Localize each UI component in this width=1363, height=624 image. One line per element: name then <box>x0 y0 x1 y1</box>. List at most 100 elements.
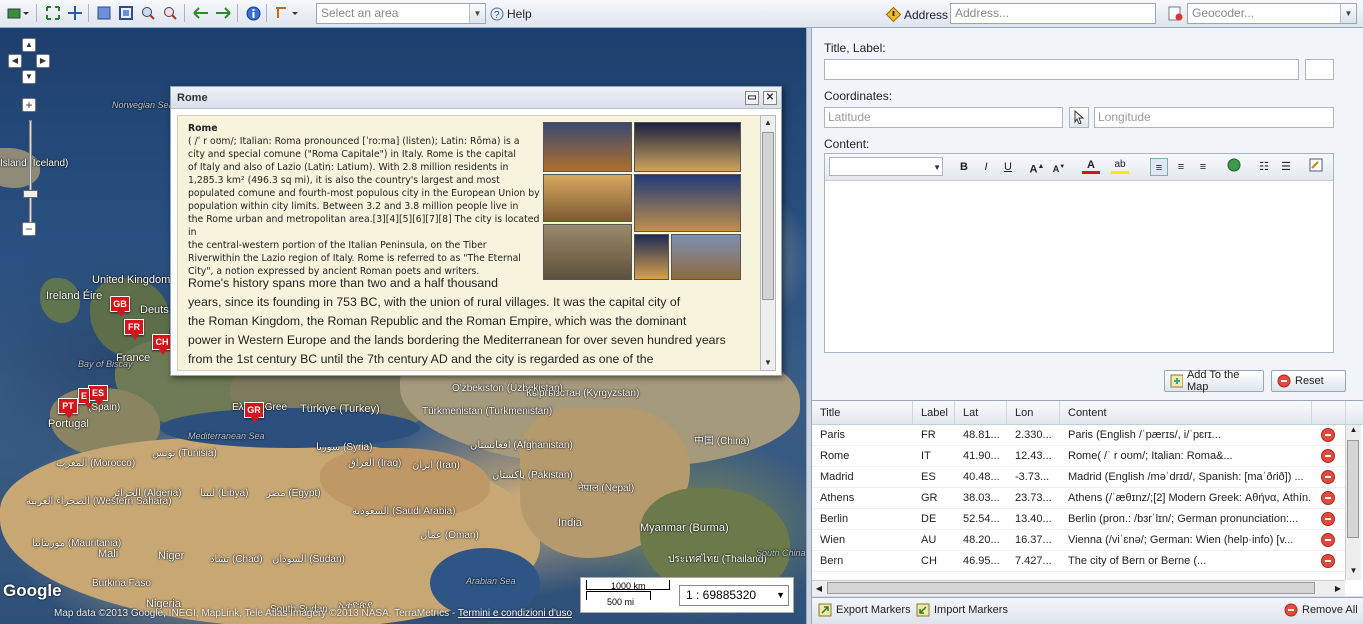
scroll-down-icon[interactable]: ▼ <box>761 356 775 370</box>
zoom-plus-icon[interactable]: + <box>22 98 36 112</box>
column-header-label[interactable]: Label <box>913 401 955 425</box>
pan-right-icon[interactable]: ▶ <box>36 54 50 68</box>
pan-down-icon[interactable]: ▼ <box>22 70 36 84</box>
column-header-title[interactable]: Title <box>812 401 913 425</box>
address-input[interactable]: Address... <box>950 3 1156 24</box>
zoom-box-icon[interactable] <box>95 4 113 22</box>
scroll-thumb[interactable] <box>1347 440 1359 538</box>
zoom-slider-handle[interactable] <box>23 190 38 198</box>
measure-menu-icon[interactable] <box>273 4 303 22</box>
map-marker-e[interactable]: E <box>78 388 93 409</box>
column-header-lat[interactable]: Lat <box>955 401 1007 425</box>
underline-icon[interactable]: U <box>999 158 1017 176</box>
font-color-icon[interactable]: A <box>1082 158 1100 174</box>
zoom-out-icon[interactable] <box>161 4 179 22</box>
font-shrink-icon[interactable]: A▼ <box>1050 158 1068 176</box>
map-view[interactable]: Norwegian Sea Island (Iceland) Ireland É… <box>0 28 806 624</box>
import-markers-button[interactable]: Import Markers <box>916 603 1008 617</box>
scroll-left-icon[interactable]: ◀ <box>812 581 826 596</box>
zoom-extent-icon[interactable] <box>117 4 135 22</box>
delete-row-icon[interactable] <box>1321 533 1335 547</box>
map-marker-gb[interactable]: GB <box>110 296 130 317</box>
remove-all-button[interactable]: Remove All <box>1284 603 1358 617</box>
help-button[interactable]: ? Help <box>490 7 532 21</box>
map-marker-gr[interactable]: GR <box>244 402 264 423</box>
bullet-list-icon[interactable]: ☰ <box>1277 158 1295 176</box>
scroll-thumb[interactable] <box>827 582 1315 594</box>
table-row[interactable]: Rome IT 41.90... 12.43... Rome( /ˈ r oʊm… <box>812 446 1345 467</box>
zoom-in-icon[interactable] <box>139 4 157 22</box>
label-input[interactable] <box>1305 59 1334 80</box>
popup-scrollbar[interactable]: ▲ ▼ <box>760 115 776 371</box>
delete-row-icon[interactable] <box>1321 554 1335 568</box>
delete-row-icon[interactable] <box>1321 470 1335 484</box>
clear-address-icon[interactable] <box>1166 4 1184 22</box>
back-arrow-icon[interactable] <box>192 4 210 22</box>
geocoder-select[interactable]: Geocoder... ▼ <box>1187 3 1357 24</box>
ordered-list-icon[interactable]: ☷ <box>1255 158 1273 176</box>
fullscreen-icon[interactable] <box>44 4 62 22</box>
table-row[interactable]: Athens GR 38.03... 23.73... Athens (/ˈæθ… <box>812 488 1345 509</box>
font-select[interactable]: ▼ <box>829 157 943 176</box>
column-header-content[interactable]: Content <box>1060 401 1312 425</box>
map-marker-fr[interactable]: FR <box>124 319 144 340</box>
chevron-down-icon[interactable]: ▼ <box>776 586 785 605</box>
info-icon[interactable] <box>244 4 262 22</box>
map-marker-ch[interactable]: CH <box>152 334 172 355</box>
link-icon[interactable] <box>1225 158 1243 176</box>
area-select[interactable]: Select an area ▼ <box>316 3 486 24</box>
delete-row-icon[interactable] <box>1321 428 1335 442</box>
map-marker-es[interactable]: ES <box>88 385 108 406</box>
forward-arrow-icon[interactable] <box>214 4 232 22</box>
delete-row-icon[interactable] <box>1321 491 1335 505</box>
align-right-icon[interactable]: ≡ <box>1194 158 1212 176</box>
source-edit-icon[interactable] <box>1307 158 1325 176</box>
scale-select[interactable]: 1 : 69885320 ▼ <box>679 585 789 606</box>
scroll-up-icon[interactable]: ▲ <box>761 116 775 130</box>
longitude-input[interactable]: Longitude <box>1094 107 1334 128</box>
reset-button[interactable]: Reset <box>1271 370 1346 392</box>
add-to-map-button[interactable]: Add To the Map <box>1164 369 1264 393</box>
italic-icon[interactable]: I <box>977 158 995 176</box>
delete-row-icon[interactable] <box>1321 512 1335 526</box>
table-row[interactable]: Madrid ES 40.48... -3.73... Madrid (Engl… <box>812 467 1345 488</box>
layers-menu-icon[interactable] <box>6 4 30 22</box>
scroll-up-icon[interactable]: ▲ <box>1346 425 1361 439</box>
zoom-minus-icon[interactable]: − <box>22 222 36 236</box>
popup-close-icon[interactable]: ✕ <box>763 91 777 105</box>
cell-content: Madrid (English /məˈdrɪd/, Spanish: [maˈ… <box>1068 471 1304 483</box>
pan-left-icon[interactable]: ◀ <box>8 54 22 68</box>
bold-icon[interactable]: B <box>955 158 973 176</box>
popup-line: the Roman Kingdom, the Roman Republic an… <box>188 314 687 328</box>
delete-row-icon[interactable] <box>1321 449 1335 463</box>
table-row[interactable]: Berlin DE 52.54... 13.40... Berlin (pron… <box>812 509 1345 530</box>
table-row[interactable]: Bern CH 46.95... 7.427... The city of Be… <box>812 551 1345 572</box>
popup-minimize-icon[interactable]: ▭ <box>745 91 759 105</box>
align-center-icon[interactable]: ≡ <box>1172 158 1190 176</box>
align-left-icon[interactable]: ≡ <box>1150 158 1168 176</box>
title-input[interactable] <box>824 59 1299 80</box>
chevron-down-icon[interactable]: ▼ <box>469 4 485 23</box>
map-marker-pt[interactable]: PT <box>58 398 78 419</box>
table-horizontal-scrollbar[interactable]: ◀ ▶ <box>812 580 1345 596</box>
pan-up-icon[interactable]: ▲ <box>22 38 36 52</box>
terms-link[interactable]: Termini e condizioni d'uso <box>458 608 572 619</box>
pan-icon[interactable] <box>66 4 84 22</box>
export-markers-button[interactable]: Export Markers <box>818 603 911 617</box>
table-row[interactable]: Paris FR 48.81... 2.330... Paris (Englis… <box>812 425 1345 446</box>
svg-text:?: ? <box>494 10 500 21</box>
chevron-down-icon[interactable]: ▼ <box>933 158 941 177</box>
content-editor[interactable]: ▼ B I U A▲ A▼ A ab ≡ ≡ ≡ ☷ ☰ <box>824 153 1334 353</box>
scroll-down-icon[interactable]: ▼ <box>1346 566 1361 580</box>
scroll-right-icon[interactable]: ▶ <box>1331 581 1345 596</box>
font-grow-icon[interactable]: A▲ <box>1028 158 1046 176</box>
zoom-slider-track[interactable] <box>29 120 32 224</box>
chevron-down-icon[interactable]: ▼ <box>1340 4 1356 23</box>
latitude-input[interactable]: Latitude <box>824 107 1063 128</box>
pick-coordinate-icon[interactable] <box>1069 107 1089 128</box>
scroll-thumb[interactable] <box>762 132 774 300</box>
column-header-lon[interactable]: Lon <box>1007 401 1060 425</box>
table-vertical-scrollbar[interactable]: ▲ ▼ <box>1345 425 1361 580</box>
table-row[interactable]: Wien AU 48.20... 16.37... Vienna (/viˈɛn… <box>812 530 1345 551</box>
highlight-icon[interactable]: ab <box>1111 158 1129 174</box>
